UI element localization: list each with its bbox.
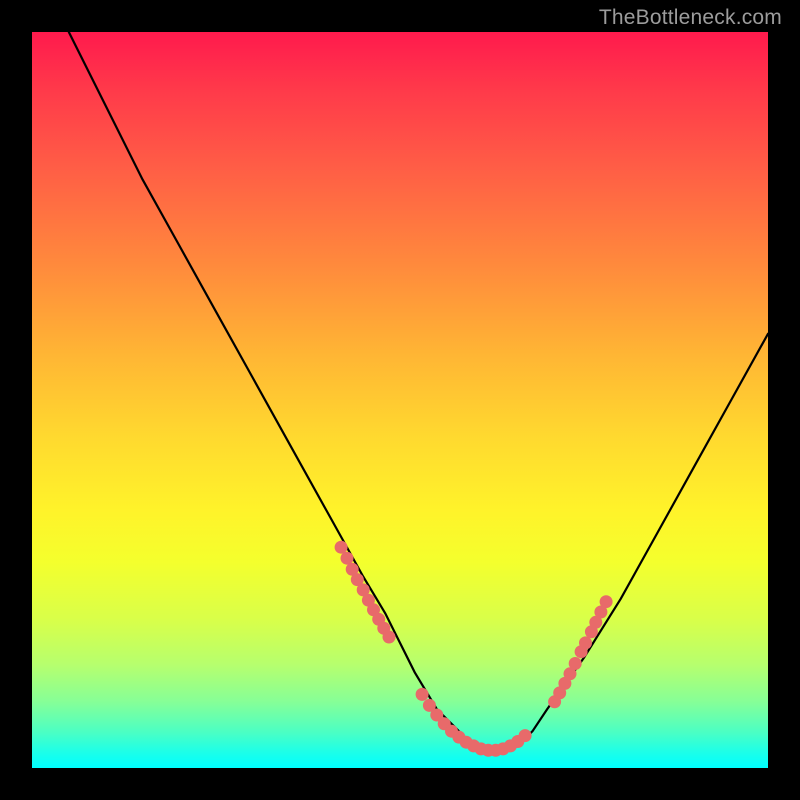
chart-svg <box>32 32 768 768</box>
data-point-marker <box>341 552 354 565</box>
data-point-marker <box>600 595 613 608</box>
watermark-text: TheBottleneck.com <box>599 6 782 30</box>
data-point-marker <box>519 729 532 742</box>
data-point-marker <box>335 541 348 554</box>
data-point-marker <box>416 688 429 701</box>
data-point-marker <box>579 636 592 649</box>
chart-stage: TheBottleneck.com <box>0 0 800 800</box>
data-point-marker <box>569 657 582 670</box>
bottleneck-curve <box>69 32 768 753</box>
data-point-marker <box>383 631 396 644</box>
plot-area <box>32 32 768 768</box>
